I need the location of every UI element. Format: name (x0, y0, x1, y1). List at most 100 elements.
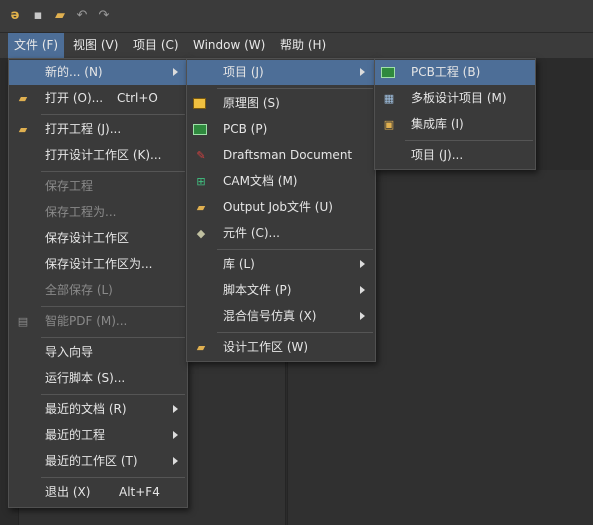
menu-window[interactable]: Window (W) (187, 33, 271, 58)
menu-item-label: 原理图 (S) (223, 96, 280, 110)
project-submenu: PCB工程 (B) ▦ 多板设计项目 (M) ▣ 集成库 (I) 项目 (J).… (374, 58, 536, 170)
undo-icon[interactable]: ↶ (74, 8, 90, 24)
menu-item-open-project[interactable]: ▰ 打开工程 (J)... (9, 117, 187, 142)
pcb-icon (193, 124, 207, 135)
menu-item-pcb-project[interactable]: PCB工程 (B) (375, 60, 535, 85)
menu-item-label: Draftsman Document (223, 148, 353, 162)
menu-item-new-cam[interactable]: ⊞ CAM文档 (M) (187, 169, 375, 194)
submenu-arrow-icon (360, 286, 365, 294)
menu-separator (405, 140, 533, 141)
cam-icon: ⊞ (196, 175, 206, 188)
submenu-arrow-icon (173, 68, 178, 76)
shortcut-label: Alt+F4 (119, 485, 160, 499)
menu-item-save-project[interactable]: 保存工程 (9, 174, 187, 199)
menu-item-label: 导入向导 (45, 345, 94, 359)
menu-separator (217, 88, 373, 89)
shortcut-label: Ctrl+O (117, 91, 158, 105)
menu-item-new-design-workspace[interactable]: ▰ 设计工作区 (W) (187, 335, 375, 360)
menu-item-label: CAM文档 (M) (223, 174, 298, 188)
menu-item-new-script-file[interactable]: 脚本文件 (P) (187, 278, 375, 303)
open-folder-icon[interactable]: ▰ (52, 8, 68, 24)
menu-item-recent-workspaces[interactable]: 最近的工作区 (T) (9, 449, 187, 474)
menu-item-recent-docs[interactable]: 最近的文档 (R) (9, 397, 187, 422)
menu-separator (41, 477, 185, 478)
menu-item-new-project[interactable]: 项目 (J) (187, 60, 375, 85)
output-job-icon: ▰ (196, 201, 206, 214)
new-submenu: 项目 (J) 原理图 (S) PCB (P) ✎ Draftsman Docum… (186, 58, 376, 362)
pdf-icon: ▤ (17, 315, 29, 328)
menu-item-save-project-as[interactable]: 保存工程为... (9, 200, 187, 225)
menu-help[interactable]: 帮助 (H) (274, 33, 332, 58)
menu-item-label: Output Job文件 (U) (223, 200, 333, 214)
menu-separator (217, 332, 373, 333)
menu-item-label: 元件 (C)... (223, 226, 281, 240)
menu-item-label: 库 (L) (223, 257, 255, 271)
menu-item-label: 项目 (J)... (411, 148, 464, 162)
menu-item-label: 保存设计工作区 (45, 231, 130, 245)
draftsman-icon: ✎ (196, 149, 206, 162)
menu-bar: 文件 (F) 视图 (V) 项目 (C) Window (W) 帮助 (H) (0, 33, 593, 58)
menu-item-new-output-job[interactable]: ▰ Output Job文件 (U) (187, 195, 375, 220)
menu-item-label: 项目 (J) (223, 65, 264, 79)
pcb-project-icon (381, 67, 395, 78)
workspace-icon: ▰ (196, 341, 206, 354)
menu-separator (41, 171, 185, 172)
menu-item-recent-projects[interactable]: 最近的工程 (9, 423, 187, 448)
submenu-arrow-icon (360, 312, 365, 320)
menu-separator (41, 394, 185, 395)
menu-item-multiboard-project[interactable]: ▦ 多板设计项目 (M) (375, 86, 535, 111)
menu-item-label: 运行脚本 (S)... (45, 371, 126, 385)
menu-item-new-component[interactable]: ◆ 元件 (C)... (187, 221, 375, 246)
menu-separator (41, 114, 185, 115)
menu-item-new-library[interactable]: 库 (L) (187, 252, 375, 277)
submenu-arrow-icon (360, 260, 365, 268)
menu-item-new-mixed-sim[interactable]: 混合信号仿真 (X) (187, 304, 375, 329)
menu-item-exit[interactable]: 退出 (X) Alt+F4 (9, 480, 187, 505)
menu-item-label: 保存设计工作区为... (45, 257, 153, 271)
menu-item-new-draftsman[interactable]: ✎ Draftsman Document (187, 143, 375, 168)
menu-item-label: 打开设计工作区 (K)... (45, 148, 162, 162)
submenu-arrow-icon (173, 431, 178, 439)
menu-file[interactable]: 文件 (F) (8, 33, 65, 58)
menu-item-label: PCB (P) (223, 122, 268, 136)
open-folder-icon: ▰ (18, 92, 28, 105)
menu-item-save-workspace-as[interactable]: 保存设计工作区为... (9, 252, 187, 277)
multiboard-icon: ▦ (383, 92, 395, 105)
menu-item-label: 最近的工作区 (T) (45, 454, 138, 468)
menu-item-smart-pdf[interactable]: ▤ 智能PDF (M)... (9, 309, 187, 334)
menu-item-label: 打开工程 (J)... (45, 122, 122, 136)
integrated-library-icon: ▣ (383, 118, 395, 131)
component-icon: ◆ (196, 227, 206, 240)
redo-icon[interactable]: ↷ (96, 8, 112, 24)
menu-item-open[interactable]: ▰ 打开 (O)... Ctrl+O (9, 86, 187, 111)
menu-separator (217, 249, 373, 250)
menu-item-new[interactable]: 新的... (N) (9, 60, 187, 85)
menu-item-label: 保存工程 (45, 179, 94, 193)
menu-item-save-all[interactable]: 全部保存 (L) (9, 278, 187, 303)
submenu-arrow-icon (173, 457, 178, 465)
app-logo-icon[interactable]: ə (7, 8, 23, 24)
open-project-icon: ▰ (18, 123, 28, 136)
menu-view[interactable]: 视图 (V) (67, 33, 124, 58)
menu-item-new-pcb[interactable]: PCB (P) (187, 117, 375, 142)
menu-item-label: 脚本文件 (P) (223, 283, 292, 297)
menu-item-project-more[interactable]: 项目 (J)... (375, 143, 535, 168)
menu-item-new-schematic[interactable]: 原理图 (S) (187, 91, 375, 116)
schematic-icon (193, 98, 206, 109)
menu-item-label: 最近的工程 (45, 428, 106, 442)
save-icon[interactable]: ▪ (30, 8, 46, 24)
menu-item-integrated-library[interactable]: ▣ 集成库 (I) (375, 112, 535, 137)
menu-item-label: 全部保存 (L) (45, 283, 113, 297)
menu-item-label: 集成库 (I) (411, 117, 464, 131)
menu-item-label: 保存工程为... (45, 205, 117, 219)
menu-project[interactable]: 项目 (C) (127, 33, 185, 58)
menu-separator (41, 337, 185, 338)
menu-item-run-script[interactable]: 运行脚本 (S)... (9, 366, 187, 391)
menu-item-open-workspace[interactable]: 打开设计工作区 (K)... (9, 143, 187, 168)
quick-access-toolbar: ə ▪ ▰ ↶ ↷ (0, 0, 593, 33)
menu-item-save-workspace[interactable]: 保存设计工作区 (9, 226, 187, 251)
menu-item-label: 最近的文档 (R) (45, 402, 127, 416)
menu-item-label: 退出 (X) (45, 485, 91, 499)
menu-item-import-wizard[interactable]: 导入向导 (9, 340, 187, 365)
menu-item-label: PCB工程 (B) (411, 65, 481, 79)
